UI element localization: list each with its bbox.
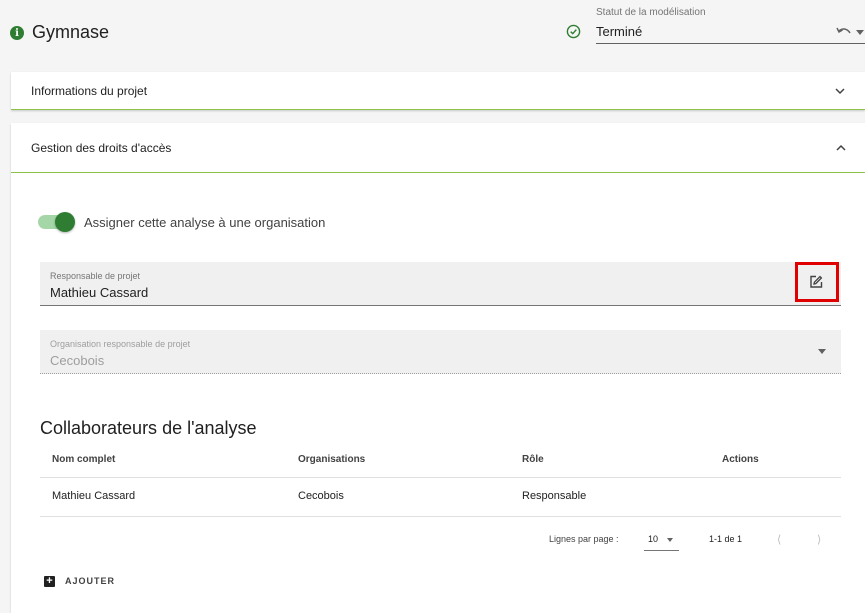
- organization-field: [40, 330, 841, 374]
- status-select[interactable]: Terminé: [596, 24, 642, 39]
- column-header-actions: Actions: [722, 454, 759, 465]
- cell-role: Responsable: [522, 490, 587, 502]
- column-header-name[interactable]: Nom complet: [52, 454, 115, 465]
- rows-per-page-select[interactable]: 10: [648, 534, 658, 544]
- edit-icon[interactable]: [809, 275, 823, 289]
- toggle-thumb[interactable]: [55, 212, 75, 232]
- cell-name: Mathieu Cassard: [52, 490, 136, 502]
- pagination-range: 1-1 de 1: [709, 534, 743, 544]
- rows-per-page-underline: [644, 550, 679, 551]
- info-icon: i: [10, 26, 24, 40]
- add-box-icon[interactable]: +: [44, 576, 55, 587]
- column-header-organizations[interactable]: Organisations: [298, 454, 365, 465]
- organization-dropdown-caret-icon: [818, 349, 826, 354]
- undo-dropdown-caret-icon[interactable]: [856, 30, 864, 35]
- status-underline: [596, 43, 865, 44]
- assign-organization-label: Assigner cette analyse à une organisatio…: [84, 215, 326, 230]
- page-title: Gymnase: [32, 22, 110, 42]
- chevron-down-icon[interactable]: [835, 88, 845, 95]
- previous-page-icon[interactable]: ⟨: [777, 533, 781, 546]
- column-header-role[interactable]: Rôle: [522, 454, 544, 465]
- check-circle-icon: [566, 24, 581, 39]
- rows-per-page-caret-icon[interactable]: [667, 538, 673, 542]
- organization-label: Organisation responsable de projet: [50, 339, 191, 349]
- project-manager-field[interactable]: [40, 262, 841, 306]
- project-manager-label: Responsable de projet: [50, 271, 141, 281]
- access-rights-title[interactable]: Gestion des droits d'accès: [31, 141, 171, 155]
- organization-value: Cecobois: [50, 353, 105, 368]
- add-collaborator-button[interactable]: AJOUTER: [65, 576, 115, 586]
- chevron-up-icon[interactable]: [836, 144, 846, 151]
- next-page-icon[interactable]: ⟩: [817, 533, 821, 546]
- project-manager-value[interactable]: Mathieu Cassard: [50, 285, 148, 300]
- undo-icon[interactable]: [836, 26, 852, 38]
- project-info-title: Informations du projet: [31, 84, 148, 98]
- rows-per-page-label: Lignes par page :: [549, 534, 619, 544]
- status-field-label: Statut de la modélisation: [596, 7, 706, 18]
- access-rights-divider: [11, 172, 865, 173]
- table-row-divider: [40, 516, 841, 517]
- collaborators-title: Collaborateurs de l'analyse: [40, 418, 257, 438]
- table-header-divider: [40, 477, 841, 478]
- cell-organization: Cecobois: [298, 490, 344, 502]
